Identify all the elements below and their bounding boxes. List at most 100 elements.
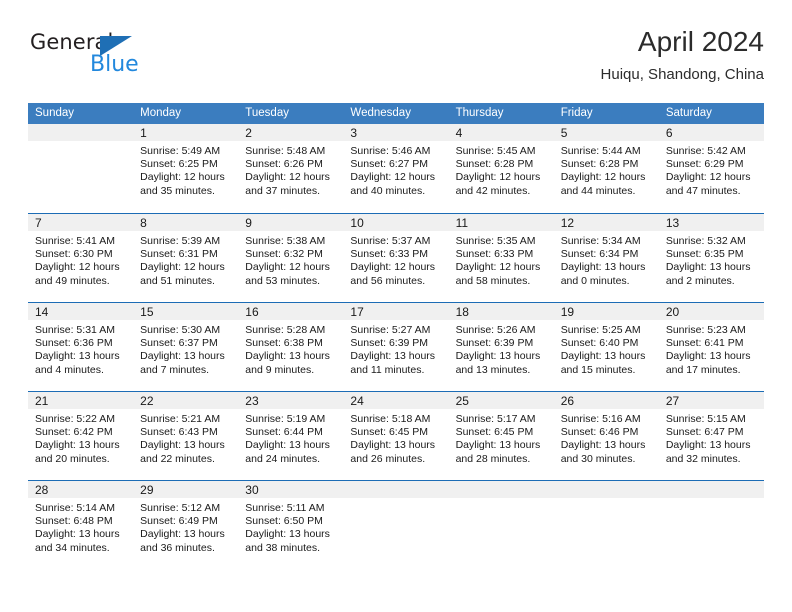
day-number bbox=[28, 124, 134, 141]
day-cell[interactable]: 15 Sunrise: 5:30 AM Sunset: 6:37 PM Dayligh… bbox=[133, 303, 239, 391]
day-cell[interactable]: 18 Sunrise: 5:26 AM Sunset: 6:39 PM Dayligh… bbox=[448, 303, 554, 391]
day-cell[interactable]: 23 Sunrise: 5:19 AM Sunset: 6:44 PM Dayligh… bbox=[238, 392, 344, 480]
day-number bbox=[448, 481, 554, 498]
day-detail-line: Sunrise: 5:21 AM bbox=[140, 413, 221, 425]
day-number: 24 bbox=[343, 392, 449, 409]
day-detail-line: Daylight: 12 hours bbox=[35, 261, 120, 274]
day-cell[interactable]: 20 Sunrise: 5:23 AM Sunset: 6:41 PM Dayligh… bbox=[658, 303, 764, 391]
page-title: April 2024 bbox=[637, 26, 764, 57]
day-cell[interactable]: 11 Sunrise: 5:35 AM Sunset: 6:33 PM Dayligh… bbox=[448, 214, 554, 302]
day-detail-line: Daylight: 13 hours bbox=[455, 350, 541, 363]
calendar-week-row: 21 Sunrise: 5:22 AM Sunset: 6:42 PM Dayligh… bbox=[28, 391, 764, 480]
day-details: Sunrise: 5:25 AM Sunset: 6:40 PM Daylight:… bbox=[554, 320, 659, 377]
day-cell[interactable]: 13 Sunrise: 5:32 AM Sunset: 6:35 PM Dayligh… bbox=[658, 214, 764, 302]
day-detail-line: and 7 minutes. bbox=[140, 363, 210, 376]
day-detail-line: and 36 minutes. bbox=[140, 541, 215, 554]
day-cell[interactable]: 27 Sunrise: 5:15 AM Sunset: 6:47 PM Dayligh… bbox=[658, 392, 764, 480]
day-details: Sunrise: 5:38 AM Sunset: 6:32 PM Daylight:… bbox=[238, 231, 343, 288]
calendar-week-row: 7 Sunrise: 5:41 AM Sunset: 6:30 PM Daylight… bbox=[28, 213, 764, 302]
day-cell[interactable]: 2 Sunrise: 5:48 AM Sunset: 6:26 PM Daylight… bbox=[238, 124, 344, 213]
day-details: Sunrise: 5:45 AM Sunset: 6:28 PM Daylight:… bbox=[449, 141, 554, 198]
day-detail-line: Daylight: 13 hours bbox=[350, 350, 436, 363]
day-detail-line: Sunrise: 5:48 AM bbox=[245, 145, 326, 157]
day-detail-line: Sunrise: 5:34 AM bbox=[560, 235, 641, 247]
day-detail-line: Sunrise: 5:30 AM bbox=[140, 324, 221, 336]
day-detail-line: Daylight: 13 hours bbox=[350, 439, 436, 452]
day-detail-line: Daylight: 13 hours bbox=[455, 439, 541, 452]
day-cell[interactable]: 9 Sunrise: 5:38 AM Sunset: 6:32 PM Daylight… bbox=[238, 214, 344, 302]
day-number: 15 bbox=[133, 303, 239, 320]
day-details: Sunrise: 5:17 AM Sunset: 6:45 PM Daylight:… bbox=[449, 409, 554, 466]
day-cell[interactable]: 19 Sunrise: 5:25 AM Sunset: 6:40 PM Dayligh… bbox=[553, 303, 659, 391]
day-detail-line: Sunset: 6:30 PM bbox=[35, 248, 113, 261]
day-detail-line: Sunset: 6:41 PM bbox=[665, 337, 744, 350]
day-number: 10 bbox=[343, 214, 449, 231]
day-details: Sunrise: 5:19 AM Sunset: 6:44 PM Daylight:… bbox=[238, 409, 343, 466]
day-detail-line: Sunset: 6:48 PM bbox=[35, 515, 113, 528]
day-details: Sunrise: 5:42 AM Sunset: 6:29 PM Daylight:… bbox=[659, 141, 764, 198]
calendar-week-row: 1 Sunrise: 5:49 AM Sunset: 6:25 PM Daylight… bbox=[28, 124, 764, 213]
day-detail-line: Daylight: 12 hours bbox=[560, 171, 646, 184]
day-detail-line: Daylight: 13 hours bbox=[35, 439, 120, 452]
day-detail-line: Sunset: 6:46 PM bbox=[560, 426, 639, 439]
day-detail-line: Sunrise: 5:14 AM bbox=[35, 502, 115, 514]
day-detail-line: Daylight: 12 hours bbox=[140, 261, 225, 274]
day-details: Sunrise: 5:30 AM Sunset: 6:37 PM Daylight:… bbox=[133, 320, 238, 377]
day-number: 8 bbox=[133, 214, 239, 231]
day-detail-line: and 22 minutes. bbox=[140, 452, 215, 465]
day-detail-line: Sunset: 6:45 PM bbox=[350, 426, 429, 439]
day-cell[interactable]: 5 Sunrise: 5:44 AM Sunset: 6:28 PM Daylight… bbox=[553, 124, 659, 213]
day-detail-line: and 58 minutes. bbox=[455, 274, 531, 287]
day-detail-line: Sunset: 6:33 PM bbox=[350, 248, 429, 261]
day-detail-line: Sunrise: 5:11 AM bbox=[245, 502, 325, 514]
day-cell[interactable]: 21 Sunrise: 5:22 AM Sunset: 6:42 PM Dayligh… bbox=[28, 392, 134, 480]
day-detail-line: Sunrise: 5:22 AM bbox=[35, 413, 115, 425]
day-cell-empty bbox=[343, 481, 449, 569]
day-cell[interactable]: 26 Sunrise: 5:16 AM Sunset: 6:46 PM Dayligh… bbox=[553, 392, 659, 480]
day-cell[interactable]: 12 Sunrise: 5:34 AM Sunset: 6:34 PM Dayligh… bbox=[553, 214, 659, 302]
day-cell[interactable]: 10 Sunrise: 5:37 AM Sunset: 6:33 PM Dayligh… bbox=[343, 214, 449, 302]
day-detail-line: Sunset: 6:42 PM bbox=[35, 426, 113, 439]
day-details: Sunrise: 5:12 AM Sunset: 6:49 PM Daylight:… bbox=[133, 498, 238, 555]
day-cell[interactable]: 7 Sunrise: 5:41 AM Sunset: 6:30 PM Daylight… bbox=[28, 214, 134, 302]
day-number: 1 bbox=[133, 124, 239, 141]
day-cell[interactable]: 6 Sunrise: 5:42 AM Sunset: 6:29 PM Daylight… bbox=[658, 124, 764, 213]
day-number bbox=[553, 481, 659, 498]
day-detail-line: and 47 minutes. bbox=[665, 184, 741, 197]
day-detail-line: Sunrise: 5:45 AM bbox=[455, 145, 536, 157]
day-cell[interactable]: 16 Sunrise: 5:28 AM Sunset: 6:38 PM Dayligh… bbox=[238, 303, 344, 391]
day-cell[interactable]: 24 Sunrise: 5:18 AM Sunset: 6:45 PM Dayligh… bbox=[343, 392, 449, 480]
day-detail-line: Daylight: 13 hours bbox=[140, 439, 225, 452]
day-details: Sunrise: 5:21 AM Sunset: 6:43 PM Daylight:… bbox=[133, 409, 238, 466]
day-detail-line: Sunrise: 5:27 AM bbox=[350, 324, 431, 336]
day-cell[interactable]: 29 Sunrise: 5:12 AM Sunset: 6:49 PM Dayligh… bbox=[133, 481, 239, 569]
day-details: Sunrise: 5:48 AM Sunset: 6:26 PM Daylight:… bbox=[238, 141, 343, 198]
weekday-header-thursday: Thursday bbox=[455, 107, 504, 119]
day-number: 11 bbox=[448, 214, 554, 231]
day-detail-line: Sunrise: 5:37 AM bbox=[350, 235, 431, 247]
day-detail-line: and 34 minutes. bbox=[35, 541, 110, 554]
day-detail-line: Sunrise: 5:25 AM bbox=[560, 324, 641, 336]
day-cell[interactable]: 8 Sunrise: 5:39 AM Sunset: 6:31 PM Daylight… bbox=[133, 214, 239, 302]
day-cell[interactable]: 3 Sunrise: 5:46 AM Sunset: 6:27 PM Daylight… bbox=[343, 124, 449, 213]
day-details: Sunrise: 5:14 AM Sunset: 6:48 PM Daylight:… bbox=[28, 498, 133, 555]
day-cell[interactable]: 22 Sunrise: 5:21 AM Sunset: 6:43 PM Dayligh… bbox=[133, 392, 239, 480]
day-number: 12 bbox=[553, 214, 659, 231]
day-number: 30 bbox=[238, 481, 344, 498]
day-number: 5 bbox=[553, 124, 659, 141]
day-cell[interactable]: 14 Sunrise: 5:31 AM Sunset: 6:36 PM Dayligh… bbox=[28, 303, 134, 391]
day-detail-line: and 15 minutes. bbox=[560, 363, 636, 376]
day-cell[interactable]: 25 Sunrise: 5:17 AM Sunset: 6:45 PM Dayligh… bbox=[448, 392, 554, 480]
weekday-header-saturday: Saturday bbox=[665, 107, 712, 119]
day-detail-line: Sunrise: 5:26 AM bbox=[455, 324, 536, 336]
page-subtitle: Huiqu, Shandong, China bbox=[600, 66, 764, 84]
day-cell[interactable]: 28 Sunrise: 5:14 AM Sunset: 6:48 PM Dayligh… bbox=[28, 481, 134, 569]
day-cell[interactable]: 17 Sunrise: 5:27 AM Sunset: 6:39 PM Dayligh… bbox=[343, 303, 449, 391]
day-cell[interactable]: 4 Sunrise: 5:45 AM Sunset: 6:28 PM Daylight… bbox=[448, 124, 554, 213]
day-cell[interactable]: 30 Sunrise: 5:11 AM Sunset: 6:50 PM Dayligh… bbox=[238, 481, 344, 569]
day-detail-line: and 20 minutes. bbox=[35, 452, 110, 465]
day-detail-line: Daylight: 13 hours bbox=[245, 439, 330, 452]
day-detail-line: and 51 minutes. bbox=[140, 274, 215, 287]
calendar-weeks: 1 Sunrise: 5:49 AM Sunset: 6:25 PM Daylight… bbox=[28, 124, 764, 569]
day-cell[interactable]: 1 Sunrise: 5:49 AM Sunset: 6:25 PM Daylight… bbox=[133, 124, 239, 213]
